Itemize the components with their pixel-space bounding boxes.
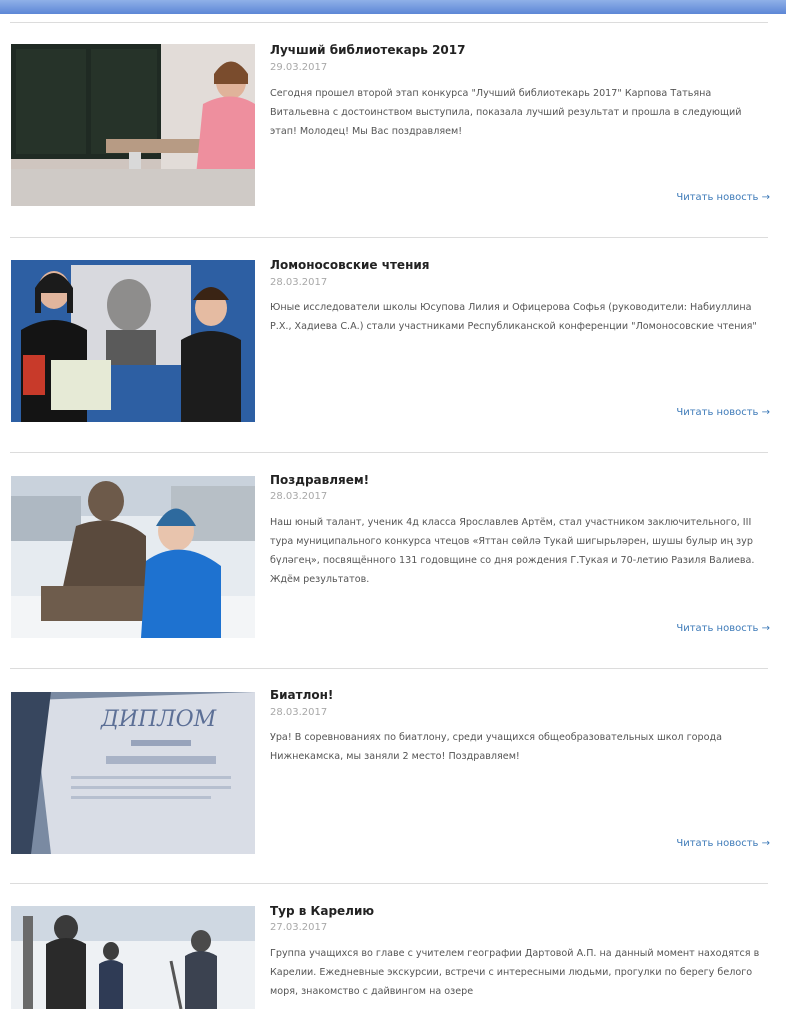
news-thumbnail[interactable] xyxy=(11,260,255,422)
news-excerpt: Ура! В соревнованиях по биатлону, среди … xyxy=(270,732,722,762)
news-title[interactable]: Лучший библиотекарь 2017 xyxy=(270,43,770,57)
top-navigation-bar xyxy=(0,0,786,14)
read-more-link[interactable]: Читать новость → xyxy=(676,407,770,418)
diploma-photo: ДИПЛОМ xyxy=(11,692,255,854)
news-date: 29.03.2017 xyxy=(270,62,328,73)
diploma-title-text: ДИПЛОМ xyxy=(100,707,217,732)
news-title[interactable]: Ломоносовские чтения xyxy=(270,258,770,272)
news-excerpt: Сегодня прошел второй этап конкурса "Луч… xyxy=(270,88,742,137)
read-more-link[interactable]: Читать новость → xyxy=(676,192,770,203)
news-date: 28.03.2017 xyxy=(270,707,328,718)
news-date: 28.03.2017 xyxy=(270,491,328,502)
divider xyxy=(10,668,768,669)
news-thumbnail[interactable] xyxy=(11,906,255,1009)
news-thumbnail[interactable] xyxy=(11,44,255,206)
read-more-link[interactable]: Читать новость → xyxy=(676,838,770,849)
divider xyxy=(10,452,768,453)
news-date: 27.03.2017 xyxy=(270,922,328,933)
poet-monument-photo xyxy=(11,476,255,638)
lomonosov-readings-photo xyxy=(11,260,255,422)
librarian-photo xyxy=(11,44,255,206)
news-thumbnail[interactable]: ДИПЛОМ xyxy=(11,692,255,854)
news-date: 28.03.2017 xyxy=(270,277,328,288)
divider xyxy=(10,22,768,23)
news-excerpt: Наш юный талант, ученик 4д класса Яросла… xyxy=(270,517,755,585)
news-excerpt: Группа учащихся во главе с учителем геог… xyxy=(270,948,760,997)
divider xyxy=(10,883,768,884)
news-title[interactable]: Тур в Карелию xyxy=(270,904,770,918)
news-title[interactable]: Биатлон! xyxy=(270,688,770,702)
read-more-link[interactable]: Читать новость → xyxy=(676,623,770,634)
news-excerpt: Юные исследователи школы Юсупова Лилия и… xyxy=(270,302,757,332)
divider xyxy=(10,237,768,238)
karelia-trip-photo xyxy=(11,906,255,1009)
news-thumbnail[interactable] xyxy=(11,476,255,638)
news-title[interactable]: Поздравляем! xyxy=(270,473,770,487)
